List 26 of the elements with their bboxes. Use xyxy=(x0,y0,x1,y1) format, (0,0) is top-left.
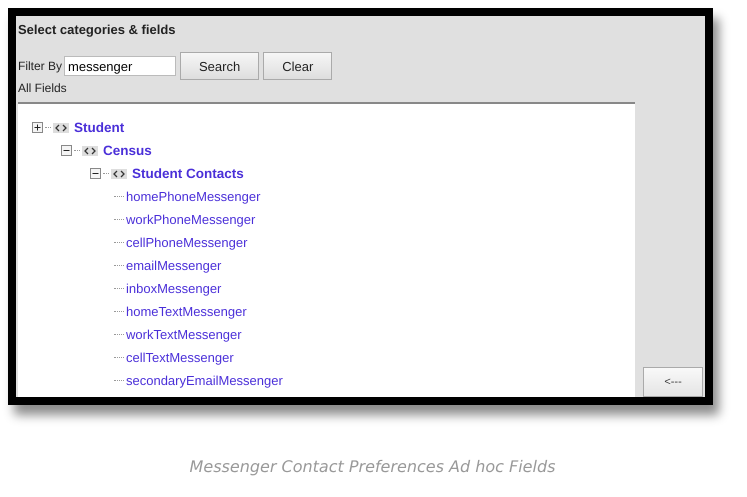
field-node[interactable]: homeTextMessenger xyxy=(126,304,247,319)
field-node[interactable]: cellTextMessenger xyxy=(126,350,234,365)
figure-caption: Messenger Contact Preferences Ad hoc Fields xyxy=(190,457,556,476)
category-node[interactable]: Census xyxy=(103,143,152,158)
code-tag-icon xyxy=(111,168,127,178)
category-node[interactable]: Student xyxy=(74,120,124,135)
field-node[interactable]: workTextMessenger xyxy=(126,327,242,342)
field-node[interactable]: secondaryEmailMessenger xyxy=(126,373,283,388)
field-node[interactable]: cellPhoneMessenger xyxy=(126,235,248,250)
code-tag-icon xyxy=(82,146,98,156)
clear-button[interactable]: Clear xyxy=(263,52,332,80)
code-tag-icon xyxy=(53,122,69,132)
filter-field[interactable]: messenger xyxy=(64,56,176,76)
field-node[interactable]: inboxMessenger xyxy=(126,281,222,296)
search-button[interactable]: Search xyxy=(180,52,260,80)
category-node[interactable]: Student Contacts xyxy=(132,166,244,181)
panel-title: Select categories & fields xyxy=(18,22,177,39)
collapse-icon[interactable] xyxy=(61,145,72,156)
field-node[interactable]: workPhoneMessenger xyxy=(126,212,256,227)
field-node[interactable]: emailMessenger xyxy=(126,258,222,273)
collapse-icon[interactable] xyxy=(90,168,101,179)
tree-label: All Fields xyxy=(18,81,68,95)
field-node[interactable]: homePhoneMessenger xyxy=(126,189,260,204)
move-button[interactable]: <--- xyxy=(643,367,703,397)
expand-icon[interactable] xyxy=(32,122,43,133)
filter-label: Filter By xyxy=(18,59,62,73)
